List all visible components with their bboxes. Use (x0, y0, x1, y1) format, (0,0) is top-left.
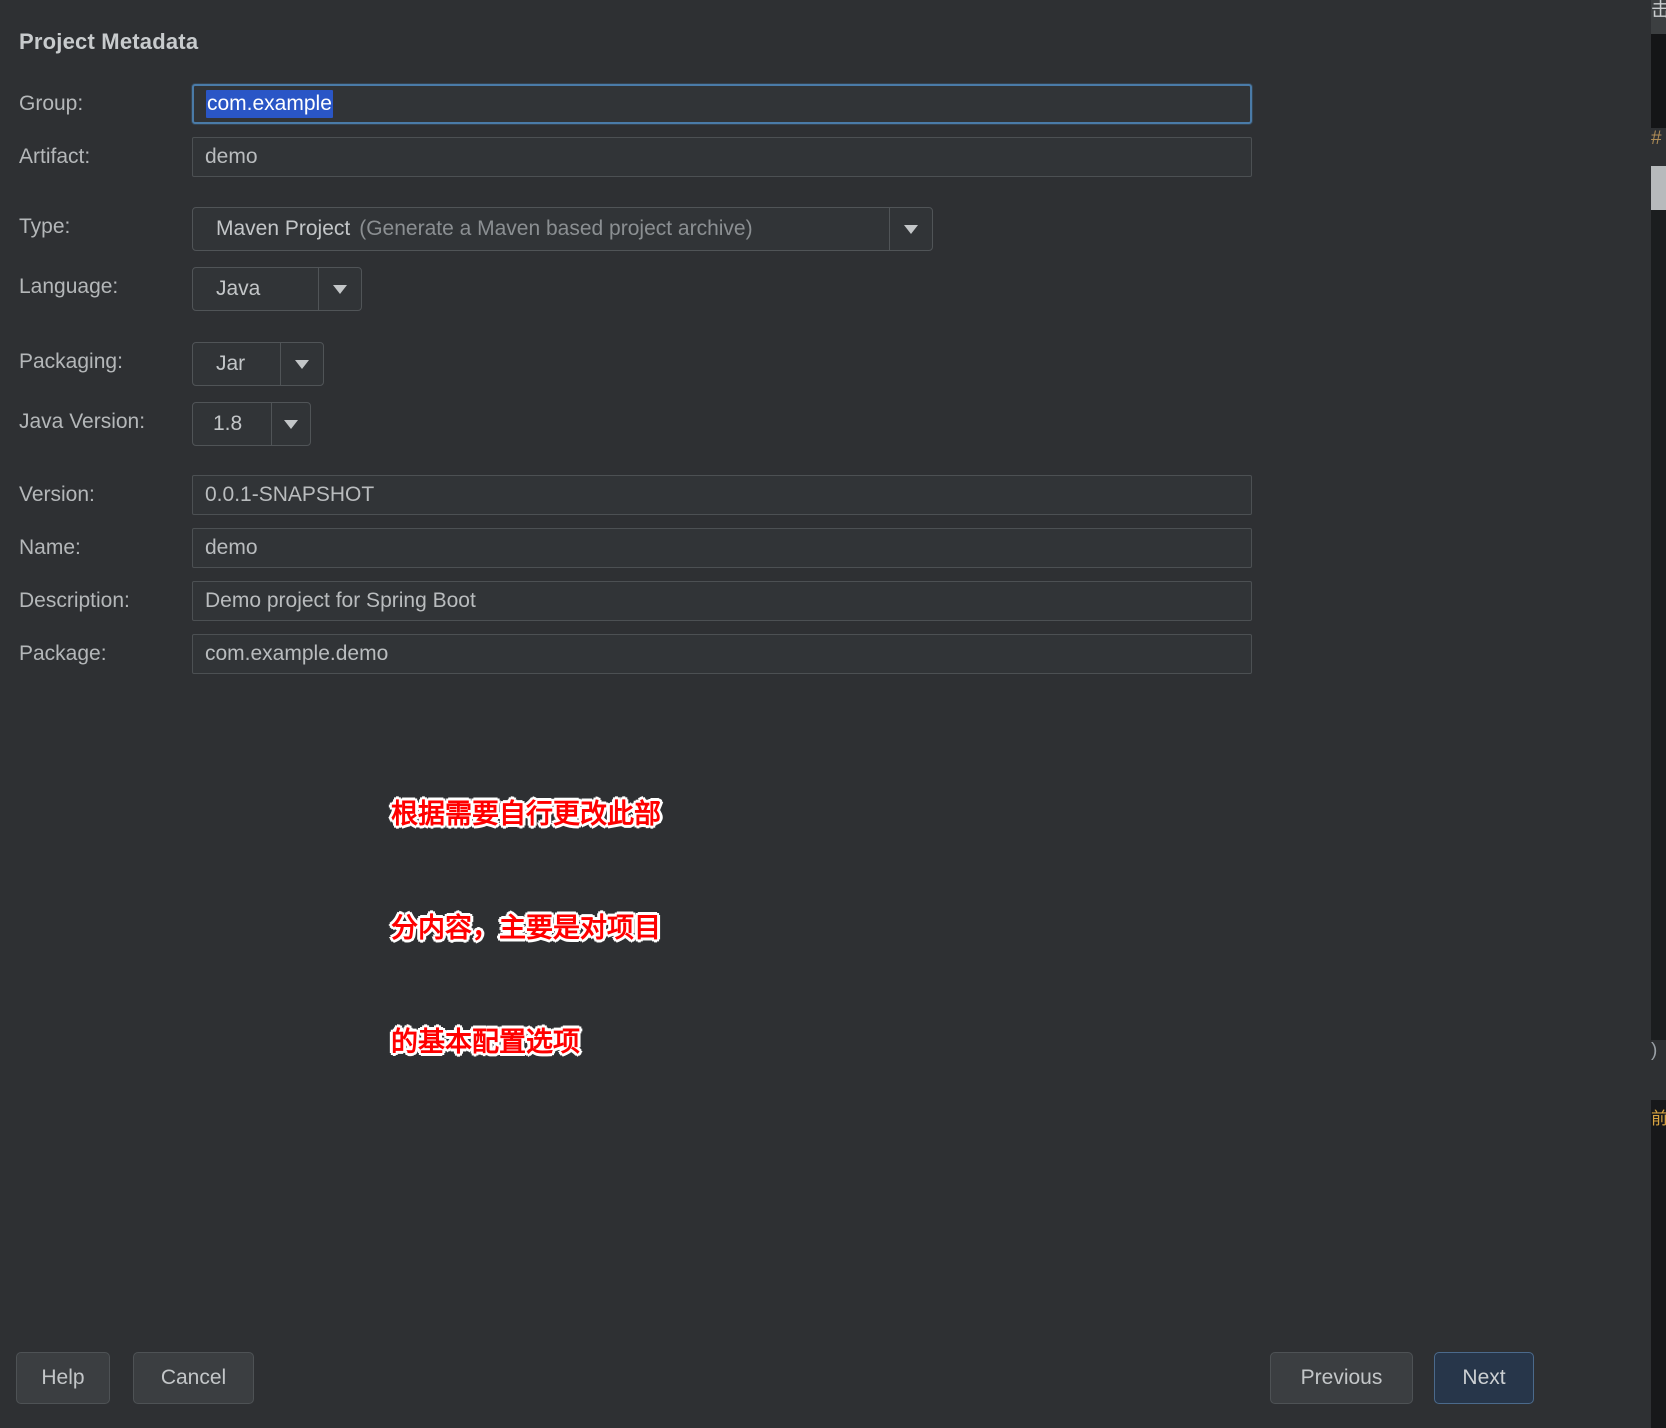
package-input[interactable]: com.example.demo (192, 634, 1252, 674)
version-input[interactable]: 0.0.1-SNAPSHOT (192, 475, 1252, 515)
language-combobox-value: Java (216, 277, 261, 300)
chevron-down-icon[interactable] (271, 403, 310, 445)
cancel-button[interactable]: Cancel (133, 1352, 254, 1404)
name-input[interactable]: demo (192, 528, 1252, 568)
edge-fragment-hash: # (1651, 128, 1666, 166)
edge-fragment-scrollbar[interactable] (1651, 166, 1666, 210)
type-combobox-value: Maven Project (Generate a Maven based pr… (193, 208, 889, 250)
language-combobox[interactable]: Java (192, 267, 362, 311)
group-input-value: com.example (206, 90, 333, 118)
dialog-button-bar: Help Cancel Previous Next (0, 1330, 1651, 1428)
edge-fragment-editor (1651, 210, 1666, 1040)
chevron-down-icon[interactable] (889, 208, 932, 250)
previous-button[interactable]: Previous (1270, 1352, 1413, 1404)
type-value-hint: (Generate a Maven based project archive) (359, 217, 753, 240)
annotation-line-3: 的基本配置选项 (391, 1027, 580, 1058)
type-combobox[interactable]: Maven Project (Generate a Maven based pr… (192, 207, 933, 251)
edge-fragment-bottom (1651, 1240, 1666, 1428)
packaging-combobox-value: Jar (216, 352, 246, 375)
label-artifact: Artifact: (19, 145, 91, 168)
packaging-combobox[interactable]: Jar (192, 342, 324, 386)
description-input[interactable]: Demo project for Spring Boot (192, 581, 1252, 621)
label-type: Type: (19, 215, 71, 238)
chevron-down-icon[interactable] (280, 343, 323, 385)
help-button[interactable]: Help (16, 1352, 110, 1404)
edge-fragment-title: 击 (1651, 0, 1666, 34)
label-version: Version: (19, 483, 95, 506)
label-group: Group: (19, 92, 84, 115)
chevron-down-icon[interactable] (318, 268, 361, 310)
label-name: Name: (19, 536, 81, 559)
background-window-edge: 击 # ) 前 组 (1651, 0, 1666, 1428)
annotation-note: 根据需要自行更改此部 分内容，主要是对项目 的基本配置选项 (391, 720, 661, 1138)
type-value-text: Maven Project (216, 217, 351, 240)
artifact-input[interactable]: demo (192, 137, 1252, 177)
edge-fragment-gap (1651, 1074, 1666, 1100)
label-packaging: Packaging: (19, 350, 123, 373)
edge-fragment-dark (1651, 34, 1666, 128)
java-version-combobox[interactable]: 1.8 (192, 402, 311, 446)
label-java-version: Java Version: (19, 410, 146, 433)
next-button[interactable]: Next (1434, 1352, 1534, 1404)
edge-fragment-paren: ) (1651, 1040, 1666, 1074)
edge-fragment-cjk: 前 组 (1651, 1100, 1666, 1240)
java-version-combobox-value: 1.8 (213, 412, 243, 435)
project-metadata-dialog: Project Metadata Group: com.example Arti… (0, 0, 1651, 1428)
label-language: Language: (19, 275, 119, 298)
page-title: Project Metadata (19, 29, 199, 54)
annotation-line-2: 分内容，主要是对项目 (391, 913, 661, 944)
annotation-line-1: 根据需要自行更改此部 (391, 799, 661, 830)
label-description: Description: (19, 589, 130, 612)
label-package: Package: (19, 642, 107, 665)
group-input[interactable]: com.example (192, 84, 1252, 124)
